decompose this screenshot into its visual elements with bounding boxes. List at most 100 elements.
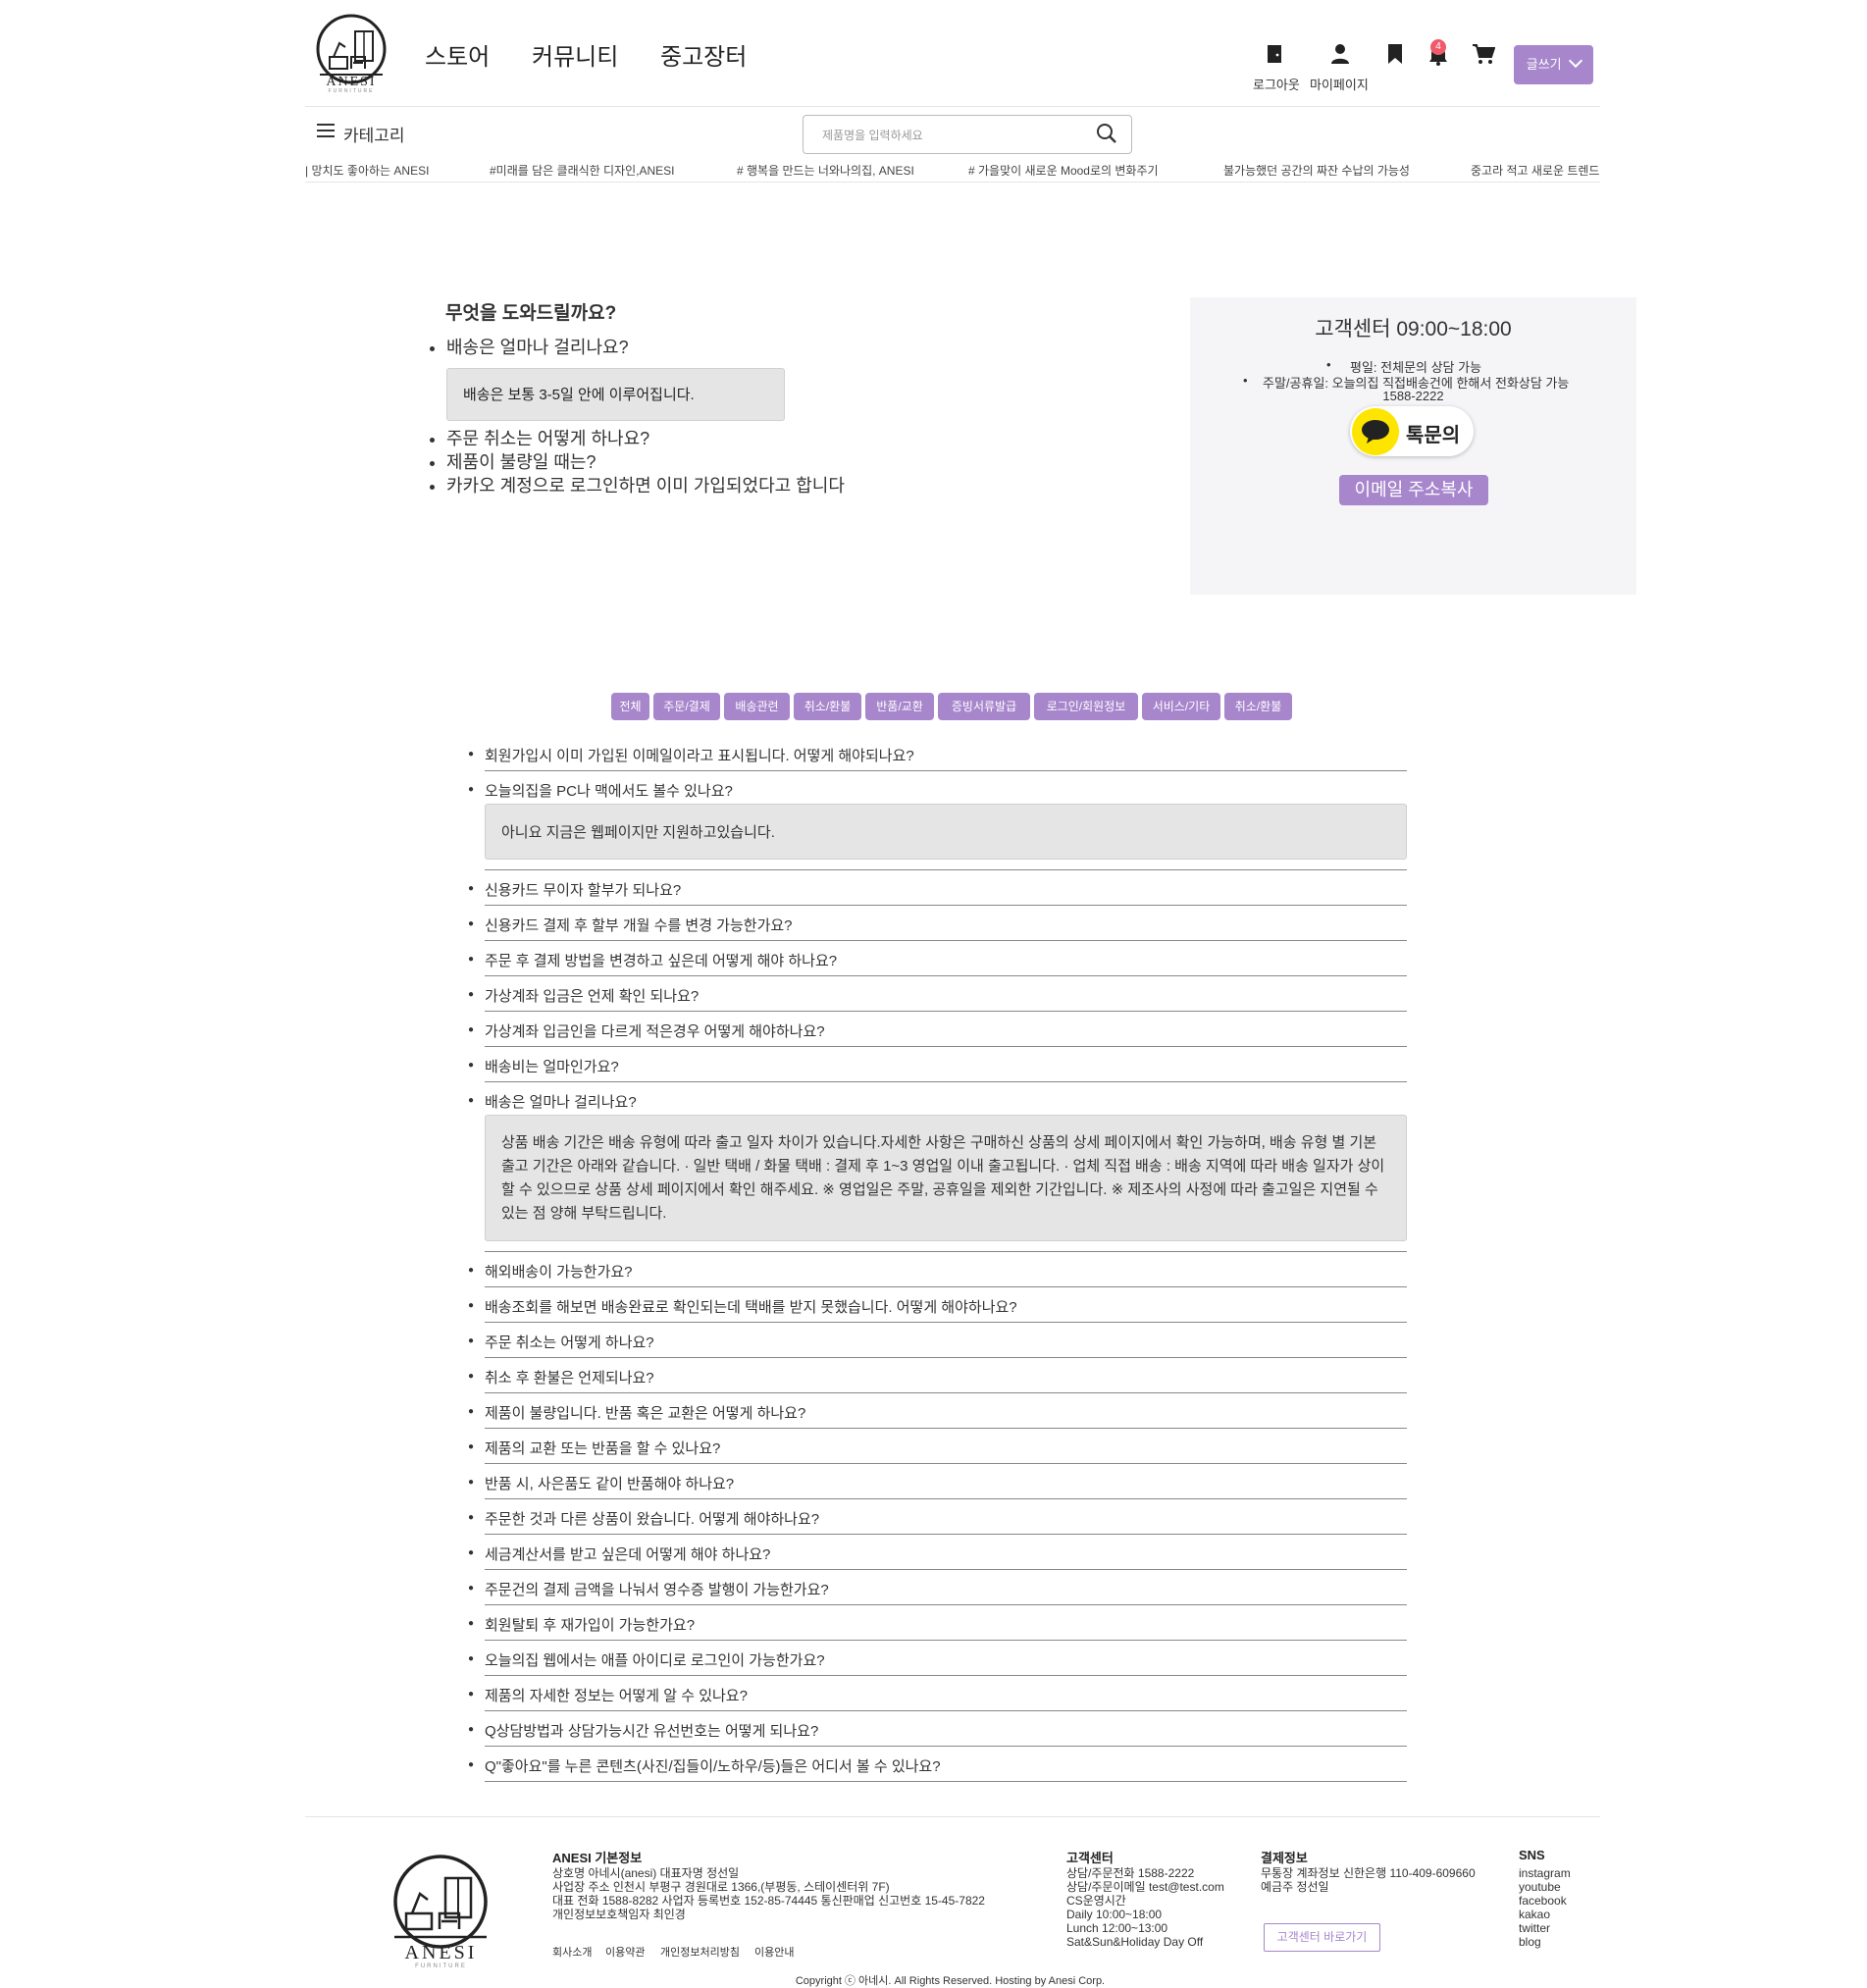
help-title: 무엇을 도와드릴까요?	[445, 303, 617, 324]
faq-answer: 상품 배송 기간은 배송 유형에 따라 출고 일자 차이가 있습니다.자세한 사…	[485, 1115, 1407, 1241]
cart-icon[interactable]	[1472, 43, 1495, 65]
help-question[interactable]: 배송은 얼마나 걸리나요?	[446, 336, 957, 359]
nav-store[interactable]: 스토어	[425, 37, 490, 72]
bookmark-icon[interactable]	[1385, 43, 1405, 65]
faq-divider	[485, 1428, 1407, 1429]
faq-question[interactable]: 배송은 얼마나 걸리나요?	[485, 1091, 637, 1112]
faq-question[interactable]: 제품의 교환 또는 반품을 할 수 있나요?	[485, 1438, 720, 1458]
faq-question[interactable]: 가상계좌 입금인을 다르게 적은경우 어떻게 해야하나요?	[485, 1020, 825, 1041]
faq-question[interactable]: 취소 후 환불은 언제되나요?	[485, 1367, 654, 1387]
faq-question[interactable]: 배송비는 얼마인가요?	[485, 1056, 619, 1076]
marquee-bar: | 망치도 좋아하는 ANESI #미래를 담은 클래식한 디자인,ANESI …	[305, 157, 1600, 179]
faq-question[interactable]: 신용카드 무이자 할부가 되나요?	[485, 879, 681, 900]
faq-bullet: ●	[468, 1024, 475, 1035]
header-divider	[305, 106, 1600, 107]
tab-cancel-refund-2[interactable]: 취소/환불	[1224, 693, 1292, 720]
faq-divider	[485, 1392, 1407, 1393]
footer-cs-line: CS운영시간	[1066, 1894, 1126, 1908]
footer-link-guide[interactable]: 이용안내	[754, 1944, 794, 1960]
faq-divider	[485, 975, 1407, 976]
faq-divider	[485, 1710, 1407, 1711]
mypage-label[interactable]: 마이페이지	[1310, 75, 1369, 93]
faq-bullet: ●	[468, 1265, 475, 1276]
logout-icon[interactable]	[1264, 43, 1285, 65]
user-icon[interactable]	[1329, 43, 1351, 65]
faq-bullet: ●	[468, 1060, 475, 1071]
faq-bullet: ●	[468, 883, 475, 894]
faq-bullet: ●	[468, 918, 475, 929]
tab-all[interactable]: 전체	[611, 693, 649, 720]
faq-question[interactable]: 반품 시, 사은품도 같이 반품해야 하나요?	[485, 1473, 734, 1493]
faq-divider	[485, 1463, 1407, 1464]
faq-question[interactable]: 주문한 것과 다른 상품이 왔습니다. 어떻게 해야하나요?	[485, 1508, 819, 1529]
faq-question[interactable]: 주문 후 결제 방법을 변경하고 싶은데 어떻게 해야 하나요?	[485, 950, 837, 970]
marquee-item[interactable]: # 행복을 만드는 너와나의집, ANESI	[737, 162, 914, 179]
marquee-item[interactable]: # 가을맞이 새로운 Mood로의 변화주기	[968, 162, 1159, 179]
tab-delivery[interactable]: 배송관련	[724, 693, 790, 720]
tab-return-exchange[interactable]: 반품/교환	[865, 693, 934, 720]
faq-divider	[485, 1046, 1407, 1047]
footer-link-terms[interactable]: 이용약관	[605, 1944, 645, 1960]
marquee-item[interactable]: | 망치도 좋아하는 ANESI	[305, 162, 429, 179]
marquee-item[interactable]: 중고라 적고 새로운 트렌드	[1471, 162, 1599, 179]
marquee-item[interactable]: #미래를 담은 클래식한 디자인,ANESI	[490, 162, 675, 179]
faq-question[interactable]: 주문건의 결제 금액을 나눠서 영수증 발행이 가능한가요?	[485, 1579, 829, 1599]
cs-bullet: •	[1326, 357, 1331, 372]
faq-divider	[485, 1081, 1407, 1082]
write-button[interactable]: 글쓰기	[1514, 45, 1593, 84]
sns-twitter-link[interactable]: twitter	[1519, 1921, 1550, 1935]
faq-question[interactable]: 제품이 불량입니다. 반품 혹은 교환은 어떻게 하나요?	[485, 1402, 805, 1423]
faq-question[interactable]: 회원탈퇴 후 재가입이 가능한가요?	[485, 1614, 695, 1635]
search-icon[interactable]	[1096, 123, 1117, 144]
footer-link-privacy[interactable]: 개인정보처리방침	[660, 1944, 740, 1960]
faq-question[interactable]: 오늘의집을 PC나 맥에서도 볼수 있나요?	[485, 780, 733, 801]
help-answer: 배송은 보통 3-5일 안에 이루어집니다.	[446, 368, 785, 421]
faq-question[interactable]: Q"좋아요"를 누른 콘텐츠(사진/집들이/노하우/등)들은 어디서 볼 수 있…	[485, 1755, 941, 1776]
faq-divider	[485, 940, 1407, 941]
customer-center-button[interactable]: 고객센터 바로가기	[1264, 1923, 1380, 1952]
nav-community[interactable]: 커뮤니티	[532, 37, 618, 72]
category-label[interactable]: 카테고리	[343, 122, 405, 146]
faq-question[interactable]: 제품의 자세한 정보는 어떻게 알 수 있나요?	[485, 1685, 748, 1705]
help-question[interactable]: 카카오 계정으로 로그인하면 이미 가입되었다고 합니다	[446, 474, 957, 497]
footer-info-line: 상호명 아네시(anesi) 대표자명 정선일	[552, 1866, 740, 1880]
faq-question[interactable]: 주문 취소는 어떻게 하나요?	[485, 1332, 654, 1352]
footer-logo-text: ANESI	[404, 1942, 478, 1963]
notification-badge: 4	[1430, 39, 1446, 55]
faq-question[interactable]: 배송조회를 해보면 배송완료로 확인되는데 택배를 받지 못했습니다. 어떻게 …	[485, 1296, 1017, 1317]
faq-question[interactable]: 가상계좌 입금은 언제 확인 되나요?	[485, 985, 699, 1006]
sns-kakao-link[interactable]: kakao	[1519, 1908, 1550, 1921]
faq-question[interactable]: 신용카드 결제 후 할부 개월 수를 변경 가능한가요?	[485, 915, 793, 935]
help-question[interactable]: 제품이 불량일 때는?	[446, 450, 957, 474]
sns-facebook-link[interactable]: facebook	[1519, 1894, 1567, 1908]
tab-service-etc[interactable]: 서비스/기타	[1142, 693, 1220, 720]
faq-bullet: ●	[468, 989, 475, 1000]
kakao-label[interactable]: 톡문의	[1406, 419, 1460, 447]
tab-order-payment[interactable]: 주문/결제	[653, 693, 720, 720]
tab-cancel-refund[interactable]: 취소/환불	[794, 693, 861, 720]
nav-used-market[interactable]: 중고장터	[660, 37, 747, 72]
cs-bullet: •	[1243, 373, 1248, 388]
help-list: 배송은 얼마나 걸리나요? 배송은 보통 3-5일 안에 이루어집니다. 주문 …	[425, 336, 957, 497]
footer-pay-line: 무통장 계좌정보 신한은행 110-409-609660	[1261, 1866, 1476, 1880]
faq-bullet: ●	[468, 1689, 475, 1700]
faq-question[interactable]: Q상담방법과 상담가능시간 유선번호는 어떻게 되나요?	[485, 1720, 818, 1741]
faq-divider	[485, 1569, 1407, 1570]
help-question[interactable]: 주문 취소는 어떻게 하나요?	[446, 427, 957, 450]
copy-email-button[interactable]: 이메일 주소복사	[1339, 475, 1488, 505]
tab-receipts[interactable]: 증빙서류발급	[938, 693, 1030, 720]
faq-question[interactable]: 세금계산서를 받고 싶은데 어떻게 해야 하나요?	[485, 1543, 770, 1564]
sns-instagram-link[interactable]: instagram	[1519, 1866, 1571, 1880]
marquee-item[interactable]: 불가능했던 공간의 짜잔 수납의 가능성	[1223, 162, 1410, 179]
tab-login-member[interactable]: 로그인/회원정보	[1034, 693, 1138, 720]
faq-answer: 아니요 지금은 웹페이지만 지원하고있습니다.	[485, 804, 1407, 860]
sns-blog-link[interactable]: blog	[1519, 1935, 1541, 1949]
faq-question[interactable]: 오늘의집 웹에서는 애플 아이디로 로그인이 가능한가요?	[485, 1649, 825, 1670]
hamburger-icon[interactable]	[317, 123, 335, 138]
chevron-down-icon	[1569, 53, 1583, 69]
footer-link-about[interactable]: 회사소개	[552, 1944, 592, 1960]
faq-question[interactable]: 회원가입시 이미 가입된 이메일이라고 표시됩니다. 어떻게 해야되나요?	[485, 745, 914, 765]
sns-youtube-link[interactable]: youtube	[1519, 1880, 1561, 1894]
logout-label[interactable]: 로그아웃	[1253, 75, 1300, 93]
faq-question[interactable]: 해외배송이 가능한가요?	[485, 1261, 633, 1282]
